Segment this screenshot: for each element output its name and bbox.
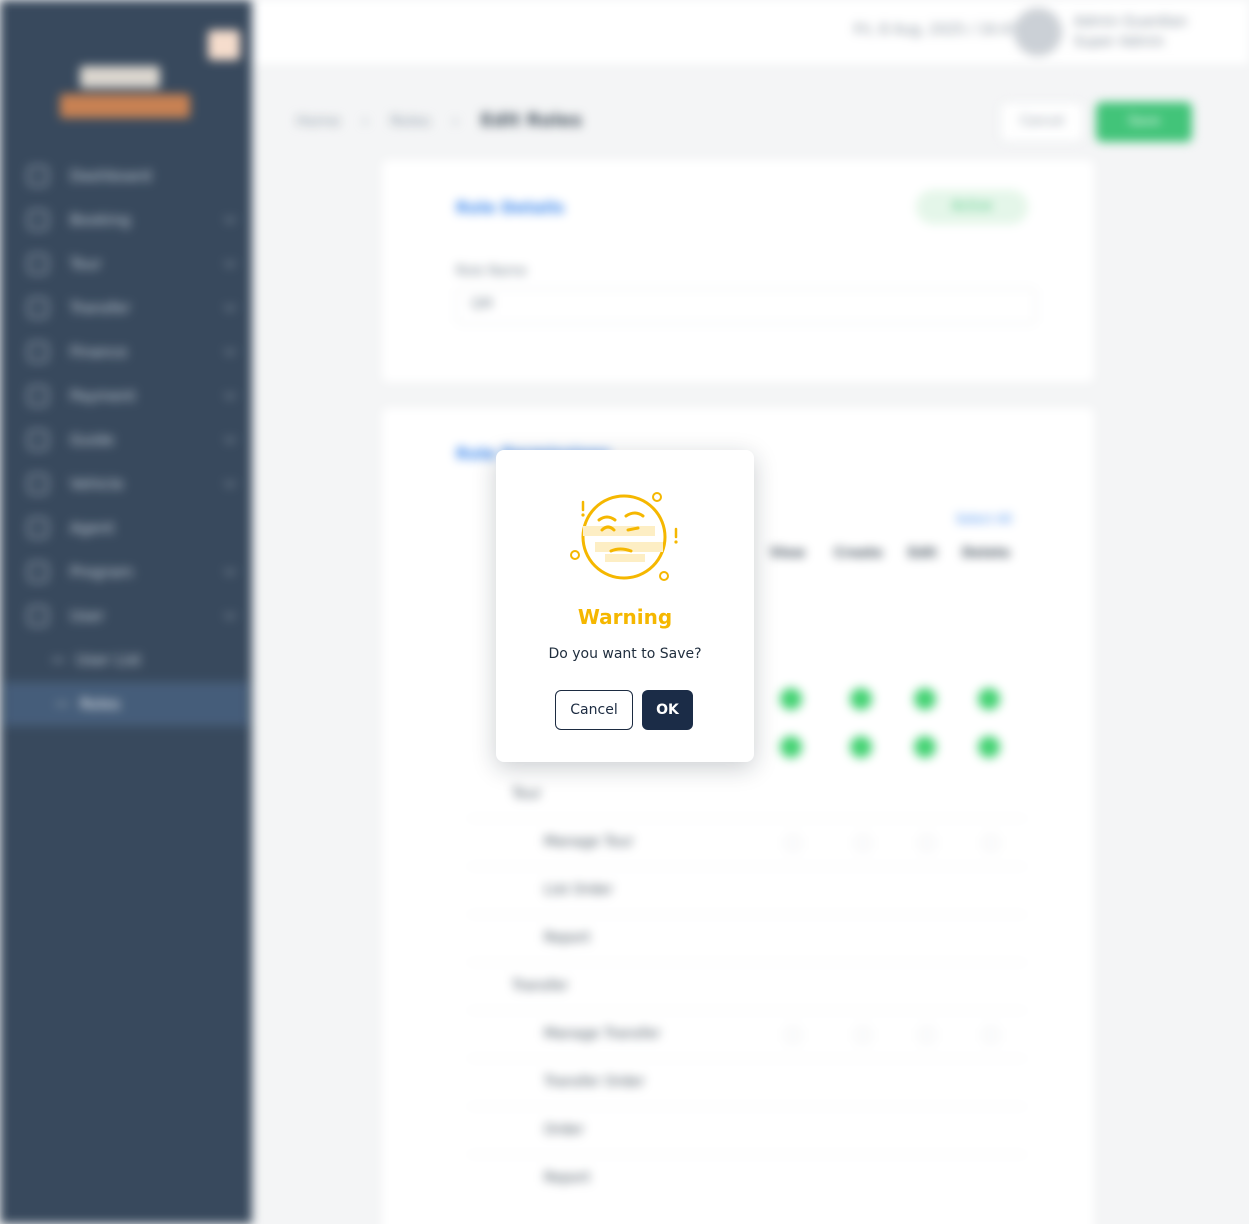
worried-face-icon: [570, 492, 678, 581]
ok-button[interactable]: OK: [642, 690, 693, 730]
dialog-message: Do you want to Save?: [548, 646, 702, 662]
warning-dialog: Warning Do you want to Save? Cancel OK: [496, 450, 754, 762]
cancel-button[interactable]: Cancel: [555, 690, 633, 730]
dialog-title: Warning: [577, 605, 673, 629]
